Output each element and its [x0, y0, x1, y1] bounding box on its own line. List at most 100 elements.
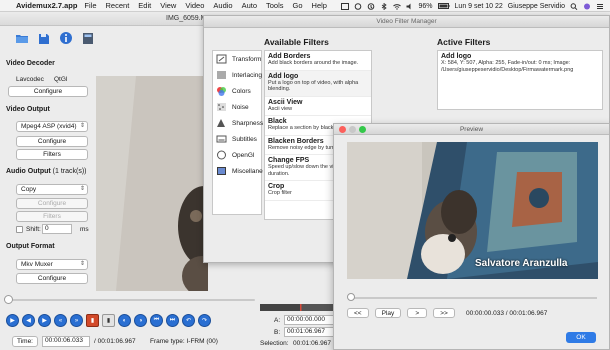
prev-keyframe-button[interactable]: «: [54, 314, 67, 327]
time-machine-icon[interactable]: [367, 2, 375, 10]
decoder-configure-button[interactable]: Configure: [8, 86, 88, 97]
muxer-configure-button[interactable]: Configure: [16, 273, 88, 284]
active-filter-item-add-logo[interactable]: Add logo X: 584, Y: 507, Alpha: 255, Fad…: [441, 53, 599, 73]
menubar-extra-icon[interactable]: [340, 2, 349, 10]
play-icon: ▶: [10, 318, 15, 324]
bluetooth-icon[interactable]: [380, 2, 388, 10]
current-time-field[interactable]: 00:00:06.033: [42, 336, 90, 347]
goto-marker-b-icon: ↷: [201, 318, 208, 324]
filter-item-ascii-view[interactable]: Ascii View Ascii view: [265, 97, 371, 116]
prev-black-button[interactable]: ◐: [118, 314, 131, 327]
active-filters-heading: Active Filters: [437, 37, 491, 47]
filter-name: Ascii View: [268, 98, 303, 106]
audio-output-title-text: Audio Output: [6, 168, 51, 175]
wifi-icon[interactable]: [392, 3, 401, 10]
filter-item-add-logo[interactable]: Add logo Put a logo on top of video, wit…: [265, 70, 371, 97]
spotlight-icon[interactable]: [570, 2, 578, 10]
marker-a-field[interactable]: 00:00:00.000: [284, 315, 334, 325]
filter-item-add-borders[interactable]: Add Borders Add black borders around the…: [265, 51, 371, 71]
menubar-clock[interactable]: Lun 9 set 10 22: [455, 3, 503, 10]
forward-button[interactable]: ▶: [38, 314, 51, 327]
marker-b-icon: ▮: [106, 318, 111, 324]
category-colors[interactable]: Colors: [213, 83, 261, 99]
filter-name: Add logo: [441, 53, 472, 60]
rewind-button[interactable]: ◀: [22, 314, 35, 327]
menu-help[interactable]: Help: [312, 1, 327, 10]
active-filters-list: Add logo X: 584, Y: 507, Alpha: 255, Fad…: [437, 50, 603, 110]
save-button[interactable]: [36, 30, 52, 46]
preview-rewind-button[interactable]: <<: [347, 308, 369, 318]
category-sharpness[interactable]: Sharpness: [213, 115, 263, 131]
audio-configure-button[interactable]: Configure: [16, 198, 88, 209]
close-window-button[interactable]: [339, 126, 346, 133]
save-icon: [39, 33, 49, 44]
menu-view[interactable]: View: [160, 1, 176, 10]
main-timeline[interactable]: [0, 295, 260, 304]
marker-b-field[interactable]: 00:01:06.967: [284, 327, 334, 337]
open-file-button[interactable]: [14, 30, 30, 46]
video-configure-button[interactable]: Configure: [16, 136, 88, 147]
audio-codec-select[interactable]: Copy ⇕: [16, 184, 88, 195]
timeline-handle[interactable]: [4, 295, 13, 304]
preview-forward-button[interactable]: >>: [433, 308, 455, 318]
menu-file[interactable]: File: [84, 1, 96, 10]
info-button[interactable]: [58, 30, 74, 46]
available-filters-heading: Available Filters: [264, 37, 329, 47]
category-opengl[interactable]: OpenGl: [213, 147, 261, 163]
shift-input[interactable]: 0: [42, 224, 72, 234]
time-button[interactable]: Time:: [12, 336, 38, 347]
noise-icon: [217, 103, 226, 111]
goto-marker-a-button[interactable]: ↶: [182, 314, 195, 327]
set-marker-b-button[interactable]: ▮: [102, 314, 115, 327]
chevron-updown-icon: ⇕: [79, 186, 85, 192]
volume-icon[interactable]: [406, 3, 414, 10]
menubar-user[interactable]: Giuseppe Servidio: [508, 3, 565, 10]
preview-slider-rail: [351, 297, 597, 299]
goto-end-button[interactable]: ⏭: [166, 314, 179, 327]
marker-a-icon: ▮: [90, 318, 95, 324]
video-codec-select[interactable]: Mpeg4 ASP (xvid4) ⇕: [16, 121, 88, 132]
menu-recent[interactable]: Recent: [106, 1, 130, 10]
shift-unit-label: ms: [80, 226, 89, 233]
video-filters-button[interactable]: Filters: [16, 149, 88, 160]
category-transform[interactable]: Transform: [213, 51, 261, 67]
preview-slider-handle[interactable]: [347, 293, 355, 301]
sync-icon[interactable]: [354, 2, 362, 10]
battery-icon[interactable]: [437, 3, 450, 9]
category-noise[interactable]: Noise: [213, 99, 261, 115]
preview-slider[interactable]: [347, 293, 598, 302]
shift-checkbox[interactable]: [16, 226, 23, 233]
next-black-button[interactable]: ◑: [134, 314, 147, 327]
category-label: Miscellane: [232, 167, 263, 175]
goto-start-button[interactable]: ⏮: [150, 314, 163, 327]
notification-center-icon[interactable]: [596, 3, 604, 10]
category-interlacing[interactable]: Interlacing: [213, 67, 262, 83]
menu-go[interactable]: Go: [293, 1, 303, 10]
filter-desc: Put a logo on top of video, with alpha b…: [268, 79, 359, 93]
next-keyframe-button[interactable]: »: [70, 314, 83, 327]
menu-audio[interactable]: Audio: [213, 1, 232, 10]
play-button[interactable]: ▶: [6, 314, 19, 327]
preview-time: 00:00:00.033 / 00:01:06.967: [466, 310, 548, 317]
menu-edit[interactable]: Edit: [138, 1, 151, 10]
menu-video[interactable]: Video: [185, 1, 204, 10]
preview-next-frame-button[interactable]: >: [407, 308, 428, 318]
calculator-button[interactable]: [80, 30, 96, 46]
siri-icon[interactable]: [583, 3, 591, 10]
goto-marker-b-button[interactable]: ↷: [198, 314, 211, 327]
muxer-select[interactable]: Mkv Muxer ⇕: [16, 259, 88, 270]
zoom-window-button[interactable]: [359, 126, 366, 133]
app-menu[interactable]: Avidemux2.7.app: [16, 1, 77, 10]
category-subtitles[interactable]: Subtitles: [213, 131, 261, 147]
ok-button[interactable]: OK: [566, 332, 596, 343]
muxer-value: Mkv Muxer: [21, 261, 53, 268]
audio-filters-button[interactable]: Filters: [16, 211, 88, 222]
set-marker-a-button[interactable]: ▮: [86, 314, 99, 327]
category-miscellaneous[interactable]: Miscellane: [213, 163, 263, 179]
minimize-window-button[interactable]: [349, 126, 356, 133]
menu-tools[interactable]: Tools: [266, 1, 284, 10]
colors-icon: [217, 87, 226, 96]
menu-auto[interactable]: Auto: [242, 1, 257, 10]
preview-play-button[interactable]: Play: [374, 308, 402, 318]
lavcodec-label: Lavcodec: [16, 76, 44, 83]
